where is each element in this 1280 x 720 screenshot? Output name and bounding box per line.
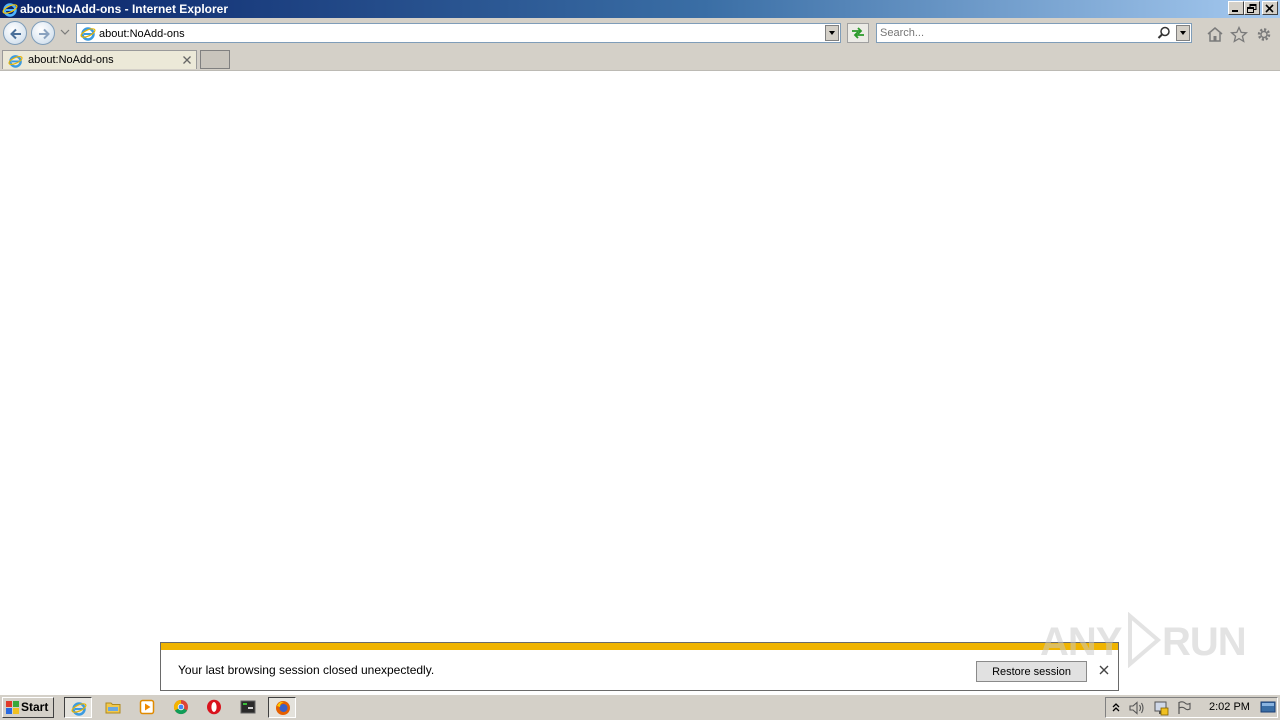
tab-about-noaddons[interactable]: about:NoAdd-ons [2, 50, 197, 69]
show-desktop-icon[interactable] [1260, 700, 1276, 714]
close-tab-icon[interactable] [182, 55, 192, 65]
address-text[interactable]: about:NoAdd-ons [99, 27, 185, 41]
restore-icon [1247, 4, 1257, 13]
tab-label: about:NoAdd-ons [28, 54, 114, 66]
notification-message: Your last browsing session closed unexpe… [178, 663, 435, 677]
media-player-icon [139, 699, 155, 715]
search-input[interactable] [880, 26, 1150, 40]
tab-row: about:NoAdd-ons [0, 48, 1280, 71]
show-hidden-icons-icon[interactable] [1111, 700, 1121, 714]
terminal-icon [240, 700, 256, 714]
search-dropdown-button[interactable] [1176, 25, 1190, 41]
history-dropdown-icon[interactable] [60, 28, 70, 36]
chevron-down-icon [829, 31, 835, 35]
close-window-button[interactable] [1262, 1, 1278, 15]
network-icon[interactable] [1152, 700, 1170, 716]
address-dropdown-button[interactable] [825, 25, 839, 41]
taskbar-chrome[interactable] [167, 697, 195, 718]
title-bar: about:NoAdd-ons - Internet Explorer [0, 0, 1280, 18]
start-label: Start [21, 700, 49, 714]
address-bar[interactable]: about:NoAdd-ons [76, 23, 841, 43]
taskbar-internet-explorer[interactable] [64, 697, 92, 718]
explorer-folder-icon [105, 702, 121, 714]
compatibility-refresh-button[interactable] [847, 23, 869, 43]
windows-logo-icon [6, 701, 19, 714]
forward-button[interactable] [31, 21, 55, 45]
back-arrow-icon [10, 28, 21, 40]
taskbar-firefox[interactable] [268, 697, 296, 718]
settings-gear-icon[interactable] [1255, 26, 1273, 43]
internet-explorer-icon [8, 55, 23, 68]
forward-arrow-icon [39, 28, 50, 40]
firefox-icon [276, 701, 290, 715]
taskbar-opera[interactable] [200, 697, 228, 718]
start-button[interactable]: Start [2, 697, 54, 718]
minimize-icon [1232, 10, 1238, 12]
taskbar: Start 2:02 PM [0, 694, 1280, 720]
taskbar-terminal[interactable] [234, 697, 262, 718]
search-icon[interactable] [1157, 26, 1171, 40]
internet-explorer-icon [80, 27, 96, 41]
back-button[interactable] [3, 21, 27, 45]
system-tray: 2:02 PM [1105, 697, 1278, 718]
minimize-button[interactable] [1228, 1, 1244, 15]
opera-icon [207, 699, 221, 715]
home-icon[interactable] [1206, 26, 1224, 43]
search-box[interactable] [876, 23, 1192, 43]
taskbar-media-player[interactable] [133, 697, 161, 718]
page-content [0, 71, 1280, 693]
volume-icon[interactable] [1128, 700, 1146, 716]
clock: 2:02 PM [1209, 701, 1250, 713]
notification-accent-bar [161, 643, 1118, 650]
taskbar-explorer[interactable] [99, 697, 127, 718]
internet-explorer-icon [2, 3, 18, 17]
favorites-star-icon[interactable] [1230, 26, 1248, 43]
chevron-down-icon [1180, 31, 1186, 35]
internet-explorer-icon [71, 702, 87, 716]
restore-button[interactable] [1244, 1, 1260, 15]
action-center-flag-icon[interactable] [1176, 700, 1192, 716]
chrome-icon [173, 699, 188, 715]
session-restore-notification: Your last browsing session closed unexpe… [160, 642, 1119, 691]
window-title: about:NoAdd-ons - Internet Explorer [20, 2, 228, 16]
navigation-bar: about:NoAdd-ons [0, 18, 1280, 48]
refresh-icon [852, 27, 864, 39]
restore-session-button[interactable]: Restore session [976, 661, 1087, 682]
close-icon [1265, 4, 1274, 13]
new-tab-button[interactable] [200, 50, 230, 69]
close-notification-icon[interactable] [1099, 665, 1109, 675]
